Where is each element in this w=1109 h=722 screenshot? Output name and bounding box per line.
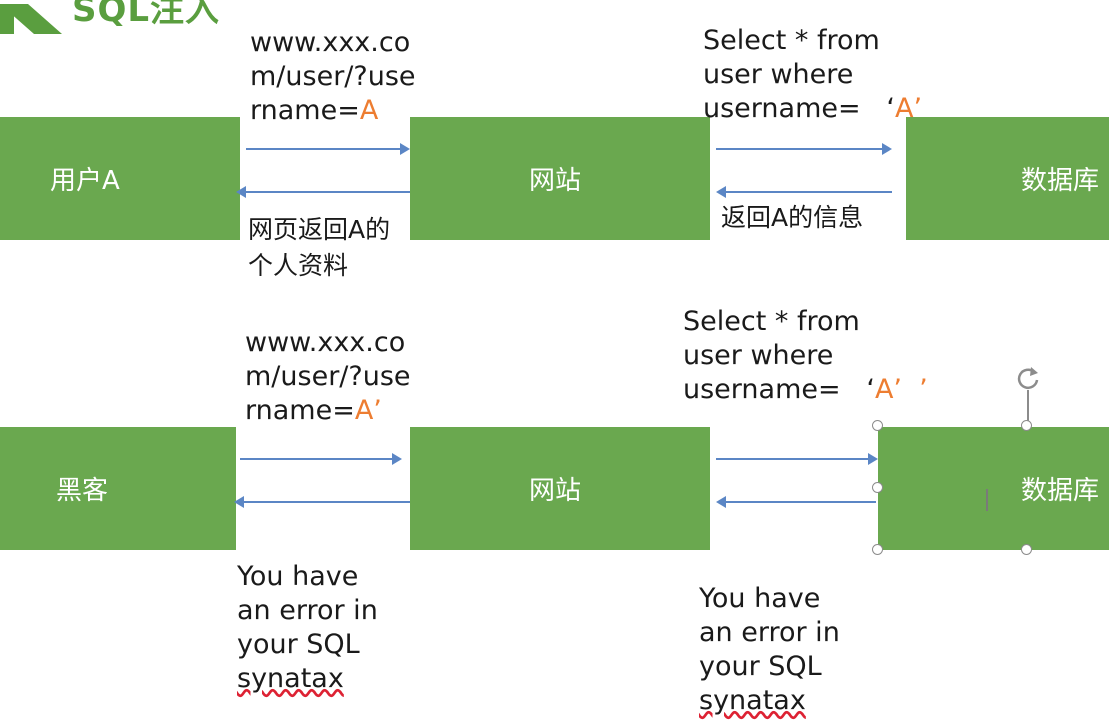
arrow-user-to-site-1 [246, 143, 410, 155]
website-box-2[interactable]: 网站 [410, 427, 710, 550]
website-label-2: 网站 [528, 476, 581, 506]
arrow-hacker-to-site [240, 453, 402, 465]
resize-handle-top[interactable] [1021, 420, 1032, 431]
user-a-label: 用户A [50, 166, 120, 196]
sql-query-2: Select * from user where username= ‘A’ ’ [683, 306, 928, 405]
user-a-box[interactable]: 用户A [0, 117, 240, 240]
website-box-1[interactable]: 网站 [410, 117, 710, 240]
database-label-1: 数据库 [1020, 166, 1099, 196]
db-response-text-1: 返回A的信息 [721, 203, 864, 232]
text-cursor-icon [986, 489, 988, 511]
site-response-text-1: 网页返回A的 个人资料 [248, 215, 391, 280]
arrow-site-to-user-1 [236, 186, 410, 198]
arrow-db-to-site-2 [716, 496, 876, 508]
rotate-icon[interactable] [1012, 364, 1044, 392]
database-label-2: 数据库 [1020, 476, 1099, 506]
request-url-2: www.xxx.co m/user/?use rname=A’ [245, 327, 411, 426]
title-chevron-icon [0, 4, 62, 34]
resize-handle-bottom-left[interactable] [872, 544, 883, 555]
arrow-db-to-site-1 [716, 186, 892, 198]
arrow-site-to-db-1 [716, 143, 892, 155]
database-box-2[interactable]: 数据库 [878, 427, 1109, 550]
resize-handle-left[interactable] [872, 482, 883, 493]
slide-title-area: SQL注入 [0, 0, 260, 34]
hacker-label: 黑客 [56, 476, 109, 506]
error-message-right: You have an error in your SQL synatax [699, 583, 840, 716]
resize-handle-top-left[interactable] [872, 420, 883, 431]
resize-handle-bottom[interactable] [1021, 544, 1032, 555]
database-box-1[interactable]: 数据库 [906, 117, 1109, 240]
arrow-site-to-db-2 [716, 453, 878, 465]
website-label-1: 网站 [528, 166, 581, 196]
error-message-left: You have an error in your SQL synatax [237, 561, 378, 694]
request-url-1: www.xxx.co m/user/?use rname=A [250, 27, 416, 126]
slide-title: SQL注入 [72, 0, 221, 30]
arrow-site-to-hacker [234, 496, 410, 508]
hacker-box[interactable]: 黑客 [0, 427, 236, 550]
sql-query-1: Select * from user where username= ‘A’ [703, 25, 923, 124]
